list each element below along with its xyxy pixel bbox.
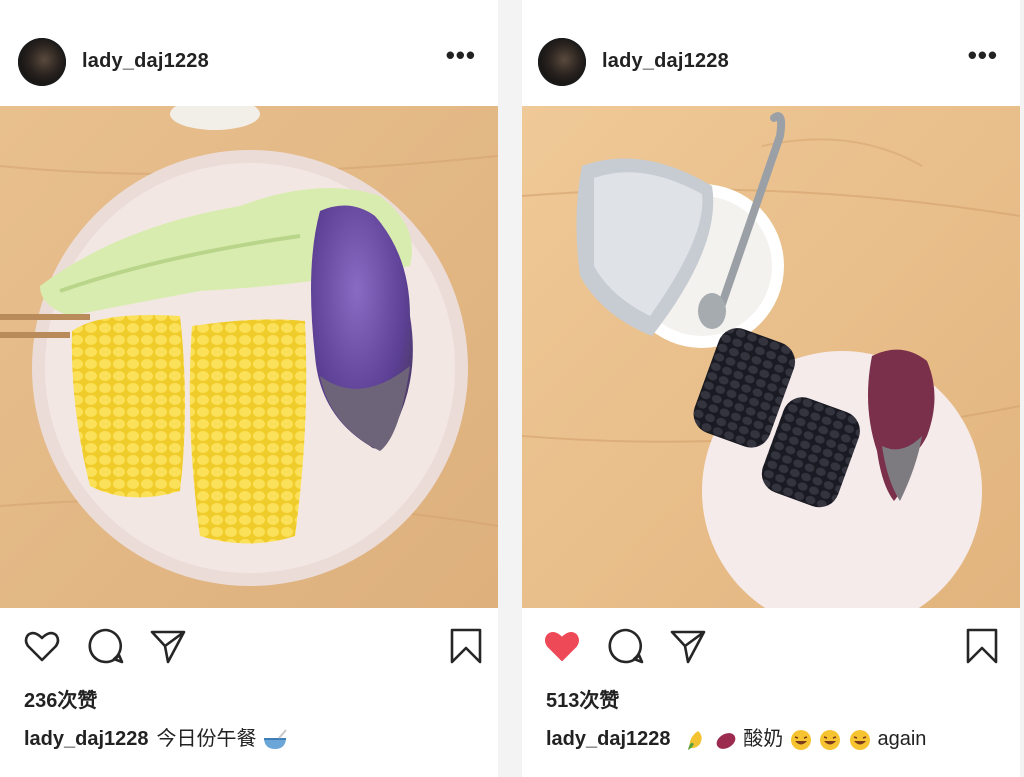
post-card-2: lady_daj1228 ••• 513次赞 lady_daj1228 酸奶 a… xyxy=(522,0,1020,777)
bowl-icon xyxy=(264,729,287,749)
likes-count[interactable]: 513次赞 xyxy=(546,684,619,713)
avatar[interactable] xyxy=(18,38,66,86)
caption: lady_daj1228 酸奶 again xyxy=(546,722,926,752)
comment-icon[interactable] xyxy=(606,626,646,666)
post-photo[interactable] xyxy=(0,106,498,608)
laughing-face-icon xyxy=(820,729,841,750)
share-icon[interactable] xyxy=(148,626,188,666)
post-header: lady_daj1228 ••• xyxy=(522,34,1020,92)
post-actions xyxy=(0,620,498,670)
more-options-icon[interactable]: ••• xyxy=(968,40,998,71)
laughing-face-icon xyxy=(790,729,811,750)
caption-text: 酸奶 xyxy=(743,728,784,750)
lunch-plate-image xyxy=(0,106,498,608)
caption-text-end: again xyxy=(877,728,927,750)
sweet-potato-icon xyxy=(716,732,735,749)
bookmark-icon[interactable] xyxy=(962,626,1002,666)
avatar[interactable] xyxy=(538,38,586,86)
post-header: lady_daj1228 ••• xyxy=(0,34,498,92)
corn-icon xyxy=(688,730,702,750)
heart-filled-icon[interactable] xyxy=(542,626,582,666)
post-actions xyxy=(522,620,1020,670)
caption: lady_daj1228 今日份午餐 xyxy=(24,722,288,752)
likes-count[interactable]: 236次赞 xyxy=(24,684,97,713)
post-username[interactable]: lady_daj1228 xyxy=(82,50,209,73)
post-username[interactable]: lady_daj1228 xyxy=(602,50,729,73)
caption-username[interactable]: lady_daj1228 xyxy=(24,728,149,750)
comment-icon[interactable] xyxy=(86,626,126,666)
share-icon[interactable] xyxy=(668,626,708,666)
post-card-1: lady_daj1228 ••• 236次赞 lady_daj1228 今日份午… xyxy=(0,0,498,777)
laughing-face-icon xyxy=(849,729,870,750)
heart-icon[interactable] xyxy=(22,626,62,666)
yogurt-plate-image xyxy=(522,106,1020,608)
bookmark-icon[interactable] xyxy=(446,626,486,666)
more-options-icon[interactable]: ••• xyxy=(446,40,476,71)
caption-text: 今日份午餐 xyxy=(156,728,257,750)
caption-username[interactable]: lady_daj1228 xyxy=(546,728,671,750)
post-photo[interactable] xyxy=(522,106,1020,608)
